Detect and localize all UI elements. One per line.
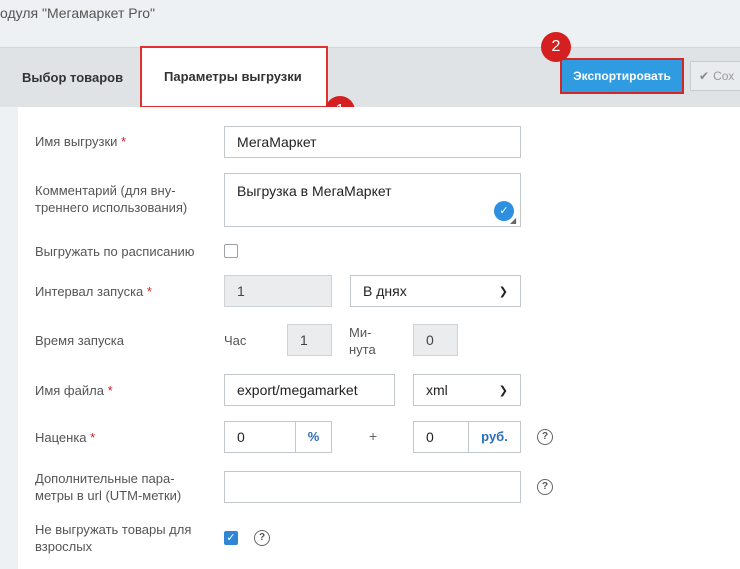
- tab-product-selection[interactable]: Выбор товаров: [0, 48, 145, 108]
- markup-label: Наценка *: [35, 430, 96, 445]
- resize-handle-icon[interactable]: ◢: [510, 216, 516, 225]
- minute-input[interactable]: 0: [413, 324, 458, 356]
- interval-unit-select[interactable]: В днях ❯: [350, 275, 521, 307]
- interval-input[interactable]: 1: [224, 275, 332, 307]
- tab-export-parameters[interactable]: Параметры выгрузки: [140, 46, 328, 108]
- chevron-down-icon: ❯: [498, 285, 508, 298]
- annotation-badge-2: 2: [541, 32, 571, 62]
- plus-sign: +: [369, 428, 378, 444]
- file-format-value: xml: [426, 382, 448, 398]
- save-button[interactable]: ✔ Сох: [690, 61, 740, 91]
- file-name-input[interactable]: export/megamarket: [224, 374, 395, 406]
- hour-input[interactable]: 1: [287, 324, 332, 356]
- comment-label: Комментарий (для вну-треннего использова…: [35, 183, 188, 215]
- interval-label: Интервал запуска *: [35, 284, 152, 299]
- url-params-input[interactable]: [224, 471, 521, 503]
- schedule-checkbox[interactable]: [224, 244, 238, 258]
- markup-percent-input[interactable]: 0: [224, 421, 296, 453]
- start-time-label: Время запуска: [35, 333, 125, 348]
- checkmark-icon: ✔: [699, 69, 710, 83]
- page-title: одуля "Мегамаркет Pro": [0, 5, 155, 21]
- file-format-select[interactable]: xml ❯: [413, 374, 521, 406]
- export-button[interactable]: Экспортировать: [560, 58, 684, 94]
- help-icon[interactable]: ?: [537, 429, 553, 445]
- percent-addon: %: [295, 421, 332, 453]
- save-button-label: Сох: [713, 69, 735, 83]
- no-adult-label: Не выгружать товары для взрослых: [35, 522, 192, 554]
- help-icon[interactable]: ?: [537, 479, 553, 495]
- file-name-label: Имя файла *: [35, 383, 113, 398]
- export-name-label: Имя выгрузки *: [35, 134, 127, 149]
- markup-rub-input[interactable]: 0: [413, 421, 469, 453]
- interval-unit-value: В днях: [363, 283, 407, 299]
- minute-label: Ми-нута: [349, 325, 376, 357]
- no-adult-checkbox[interactable]: ✓: [224, 531, 238, 545]
- export-name-input[interactable]: МегаМаркет: [224, 126, 521, 158]
- comment-textarea[interactable]: Выгрузка в МегаМаркет: [224, 173, 521, 227]
- rub-addon: руб.: [468, 421, 521, 453]
- hour-label: Час: [224, 333, 247, 348]
- schedule-label: Выгружать по расписанию: [35, 244, 195, 259]
- chevron-down-icon: ❯: [498, 384, 508, 397]
- help-icon[interactable]: ?: [254, 530, 270, 546]
- url-params-label: Дополнительные пара-метры в url (UTM-мет…: [35, 471, 182, 503]
